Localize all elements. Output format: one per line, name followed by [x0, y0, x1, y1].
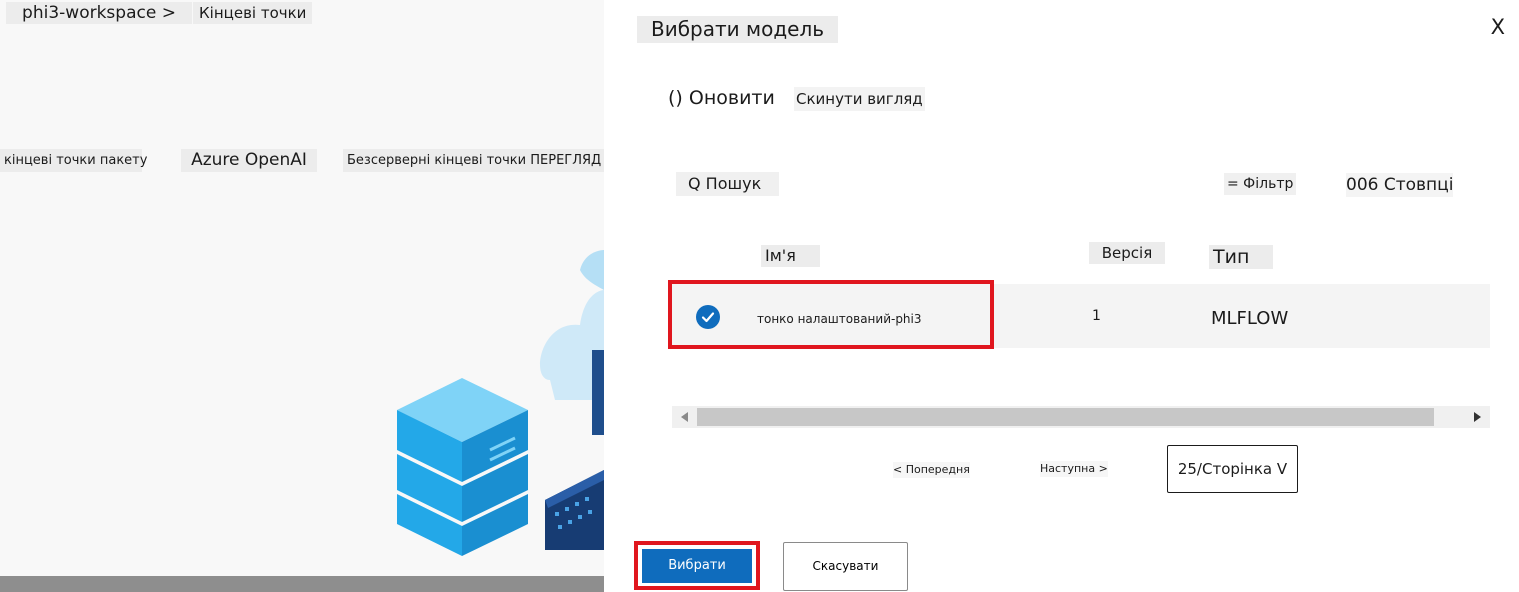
search-input[interactable]: Q Пошук: [676, 172, 779, 196]
panel-title: Вибрати модель: [637, 16, 839, 43]
tab-serverless-endpoints[interactable]: Безсерверні кінцеві точки ПЕРЕГЛЯД: [343, 149, 604, 172]
background-page: phi3-workspace > Кінцеві точки кінцеві т…: [0, 0, 604, 592]
previous-page-button[interactable]: < Попередня: [893, 462, 970, 478]
cancel-button[interactable]: Скасувати: [783, 542, 908, 591]
cell-model-name: тонко налаштований-phi3: [757, 312, 922, 326]
reset-view-button[interactable]: Скинути вигляд: [794, 87, 925, 111]
select-model-panel: Вибрати модель X () Оновити Скинути вигл…: [604, 0, 1519, 592]
scrollbar-thumb[interactable]: [697, 408, 1434, 426]
cell-model-type: MLFLOW: [1211, 308, 1289, 329]
tab-azure-openai[interactable]: Azure OpenAI: [181, 149, 317, 172]
cell-model-version: 1: [1092, 308, 1101, 324]
background-footer-bar: [0, 576, 604, 592]
breadcrumb-workspace[interactable]: phi3-workspace >: [6, 2, 192, 24]
tab-batch-endpoints[interactable]: кінцеві точки пакету: [0, 149, 147, 172]
breadcrumb-endpoints[interactable]: Кінцеві точки: [193, 2, 313, 24]
horizontal-scrollbar[interactable]: [672, 406, 1490, 428]
refresh-button[interactable]: () Оновити: [668, 86, 775, 110]
close-button[interactable]: X: [1491, 14, 1505, 40]
servers-illustration: [397, 250, 604, 556]
column-header-type[interactable]: Тип: [1209, 245, 1273, 269]
scroll-left-icon[interactable]: [678, 410, 692, 424]
checkmark-icon[interactable]: [696, 305, 720, 329]
column-header-name[interactable]: Ім'я: [761, 245, 820, 267]
columns-button[interactable]: 006 Стовпці: [1346, 173, 1454, 197]
column-header-version[interactable]: Версія: [1089, 242, 1165, 264]
page-size-select[interactable]: 25/Сторінка V: [1167, 445, 1298, 493]
filter-button[interactable]: = Фільтр: [1224, 173, 1297, 195]
select-button[interactable]: Вибрати: [642, 549, 752, 583]
scroll-right-icon[interactable]: [1470, 410, 1484, 424]
next-page-button[interactable]: Наступна >: [1040, 461, 1108, 477]
